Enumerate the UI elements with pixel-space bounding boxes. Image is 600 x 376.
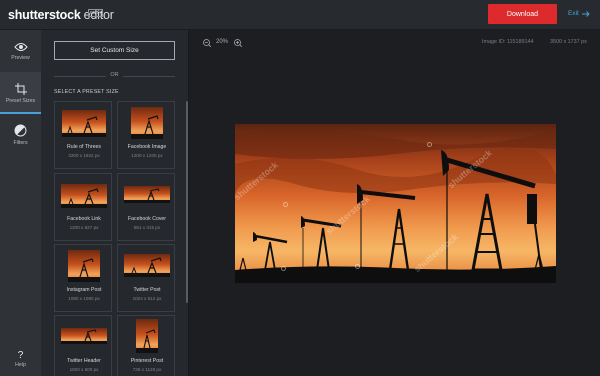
preset-thumbnail: [124, 254, 170, 277]
preview-image[interactable]: shutterstock shutterstock shutterstock s…: [235, 124, 556, 283]
preset-thumbnail: [61, 328, 107, 344]
watermark-dot: [355, 264, 360, 269]
divider-line: [123, 76, 175, 77]
preset-dims: 851 x 315 px: [133, 225, 161, 230]
zoom-out-icon[interactable]: [203, 39, 211, 47]
exit-label: Exit: [568, 10, 579, 17]
watermark-dot: [283, 202, 288, 207]
or-text: OR: [110, 72, 119, 78]
preset-dims: 1200 x 1200 px: [131, 153, 163, 158]
preset-dims: 1500 x 500 px: [69, 367, 99, 372]
preset-facebook-image[interactable]: Facebook Image 1200 x 1200 px: [117, 101, 175, 169]
tool-rail: Preview Preset Sizes Filters ? Help: [0, 30, 41, 376]
preset-thumbnail: [68, 250, 100, 282]
editor-app: shutterstock editor BETA Download Exit Pr…: [0, 0, 600, 376]
beta-badge: BETA: [88, 9, 104, 17]
rail-item-preset-sizes[interactable]: Preset Sizes: [0, 72, 41, 114]
rail-item-label: Filters: [13, 140, 28, 146]
image-canvas: 20% Image ID: 115189144 3500 x 1737 px s…: [190, 30, 600, 376]
preset-name: Twitter Header: [67, 358, 101, 364]
preset-thumbnail: [61, 184, 107, 208]
preset-name: Facebook Cover: [127, 216, 167, 222]
or-divider: OR: [54, 72, 175, 80]
preset-dims: 1200 x 627 px: [69, 225, 99, 230]
watermark-dot: [427, 142, 432, 147]
help-label: Help: [15, 362, 26, 368]
preset-dims: 1024 x 512 px: [132, 296, 162, 301]
crop-icon: [14, 82, 27, 95]
rail-item-filters[interactable]: Filters: [0, 114, 41, 156]
preset-section-label: SELECT A PRESET SIZE: [54, 89, 119, 95]
preset-facebook-link[interactable]: Facebook Link 1200 x 627 px: [54, 173, 112, 241]
filters-icon: [14, 124, 27, 137]
watermark-dot: [281, 266, 286, 271]
preset-rule-of-threes[interactable]: Rule of Threes 3200 x 1922 px: [54, 101, 112, 169]
preset-dims: 3200 x 1922 px: [68, 153, 100, 158]
preset-dims: 736 x 1128 px: [132, 367, 162, 372]
preset-thumbnail: [62, 110, 106, 137]
exit-link[interactable]: Exit: [568, 10, 590, 17]
rail-item-preview[interactable]: Preview: [0, 30, 41, 72]
preset-thumbnail: [131, 107, 163, 139]
arrow-right-icon: [581, 10, 590, 17]
zoom-in-icon[interactable]: [234, 39, 242, 47]
help-button[interactable]: ? Help: [0, 350, 41, 368]
image-dimensions: 3500 x 1737 px: [550, 39, 587, 45]
preset-panel: Set Custom Size OR SELECT A PRESET SIZE …: [41, 30, 189, 376]
preset-facebook-cover[interactable]: Facebook Cover 851 x 315 px: [117, 173, 175, 241]
top-bar: shutterstock editor BETA Download Exit: [0, 0, 600, 30]
preset-twitter-post[interactable]: Twitter Post 1024 x 512 px: [117, 244, 175, 312]
preset-name: Facebook Link: [67, 216, 101, 222]
zoom-level: 20%: [216, 39, 229, 45]
help-icon: ?: [17, 350, 24, 361]
logo-text: shutterstock: [8, 8, 81, 22]
preset-name: Pinterest Post: [130, 358, 164, 364]
rail-item-label: Preview: [11, 54, 30, 61]
download-button[interactable]: Download: [488, 4, 557, 24]
panel-scrollbar[interactable]: [186, 101, 188, 303]
preset-dims: 1080 x 1080 px: [68, 296, 100, 301]
preset-instagram-post[interactable]: Instagram Post 1080 x 1080 px: [54, 244, 112, 312]
divider-line: [54, 76, 106, 77]
preset-name: Rule of Threes: [67, 144, 101, 150]
image-id: Image ID: 115189144: [482, 39, 534, 45]
preset-twitter-header[interactable]: Twitter Header 1500 x 500 px: [54, 315, 112, 376]
preset-pinterest-post[interactable]: Pinterest Post 736 x 1128 px: [117, 315, 175, 376]
preset-thumbnail: [124, 186, 170, 203]
preset-name: Twitter Post: [133, 287, 161, 293]
preset-name: Instagram Post: [66, 287, 102, 293]
eye-icon: [13, 42, 28, 51]
set-custom-size-button[interactable]: Set Custom Size: [54, 41, 175, 60]
rail-item-label: Preset Sizes: [5, 97, 36, 104]
preset-thumbnail: [136, 319, 158, 353]
preset-name: Facebook Image: [127, 144, 167, 150]
